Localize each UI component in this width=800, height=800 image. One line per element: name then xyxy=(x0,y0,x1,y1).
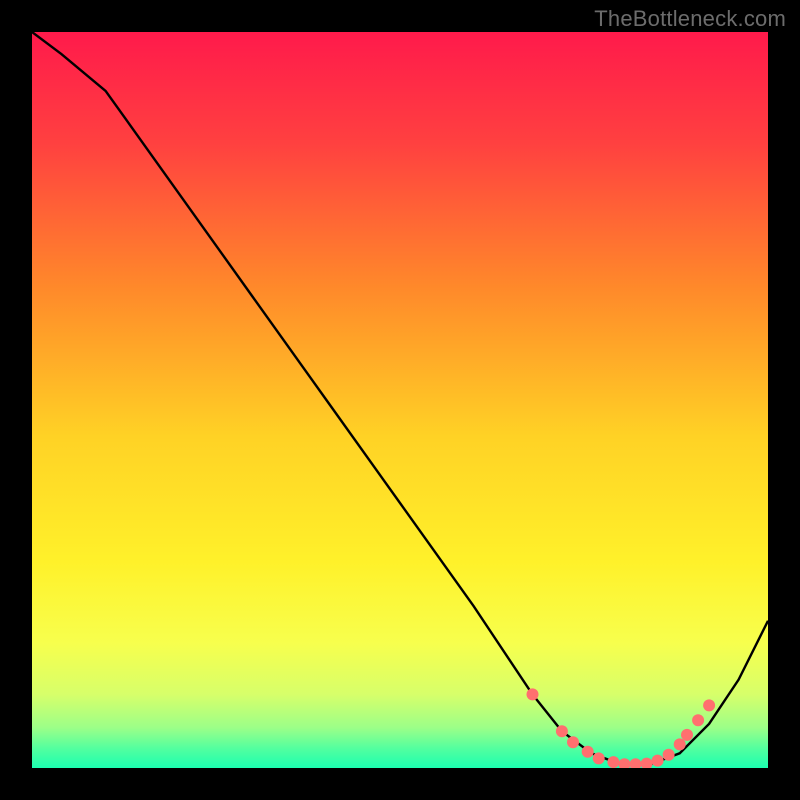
highlight-dot xyxy=(641,758,653,768)
highlight-dot xyxy=(556,725,568,737)
chart-frame: TheBottleneck.com xyxy=(0,0,800,800)
highlight-dots xyxy=(527,688,716,768)
highlight-dot xyxy=(652,755,664,767)
highlight-dot xyxy=(619,758,631,768)
highlight-dot xyxy=(593,752,605,764)
highlight-dot xyxy=(630,758,642,768)
highlight-dot xyxy=(674,738,686,750)
chart-svg xyxy=(32,32,768,768)
highlight-dot xyxy=(681,729,693,741)
highlight-dot xyxy=(527,688,539,700)
highlight-dot xyxy=(567,736,579,748)
plot-area xyxy=(32,32,768,768)
highlight-dot xyxy=(607,756,619,768)
highlight-dot xyxy=(582,746,594,758)
attribution-text: TheBottleneck.com xyxy=(594,6,786,32)
bottleneck-curve xyxy=(32,32,768,764)
highlight-dot xyxy=(692,714,704,726)
highlight-dot xyxy=(703,699,715,711)
highlight-dot xyxy=(663,749,675,761)
